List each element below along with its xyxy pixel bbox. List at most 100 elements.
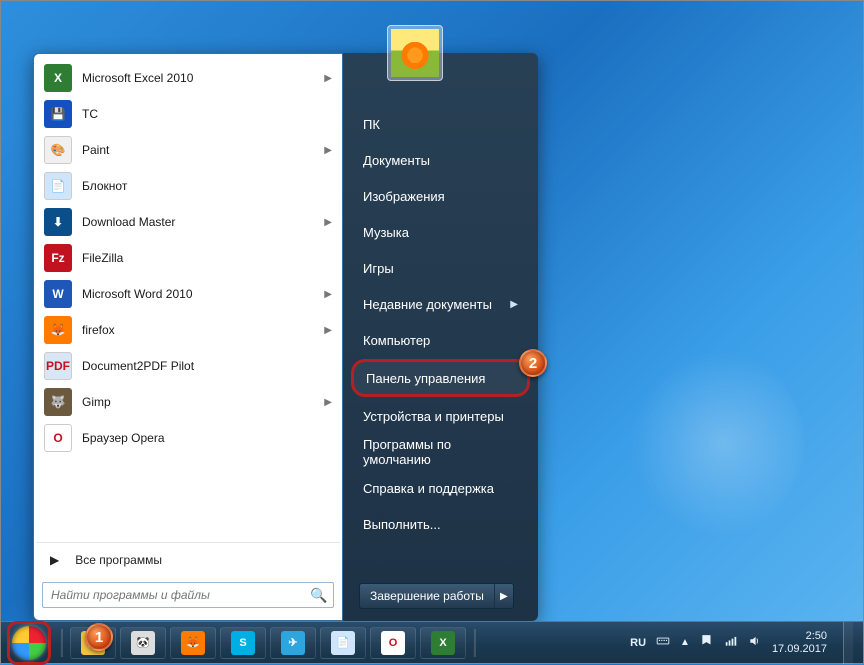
- right-menu-item[interactable]: Панель управления: [351, 359, 530, 397]
- program-item[interactable]: Fz FileZilla: [38, 240, 338, 276]
- program-icon: 📄: [44, 172, 72, 200]
- clock-date: 17.09.2017: [772, 643, 827, 656]
- right-menu-item[interactable]: Недавние документы ▶: [351, 287, 530, 321]
- program-list: X Microsoft Excel 2010 ▶ 💾 ТС 🎨 Paint ▶ 📄 Блокнот…: [36, 60, 340, 538]
- program-item[interactable]: 🎨 Paint ▶: [38, 132, 338, 168]
- program-icon: 🐺: [44, 388, 72, 416]
- program-label: ТС: [82, 107, 332, 121]
- right-menu-label: Программы по умолчанию: [363, 437, 518, 467]
- system-tray: RU ▲ 2:50 17.09.2017: [630, 622, 857, 664]
- taskbar-item-opera[interactable]: O: [370, 627, 416, 659]
- show-desktop-button[interactable]: [843, 622, 853, 664]
- right-menu-label: Недавние документы: [363, 297, 492, 312]
- shutdown-button[interactable]: Завершение работы ▶: [359, 583, 514, 609]
- right-menu-label: ПК: [363, 117, 380, 132]
- program-label: Блокнот: [82, 179, 332, 193]
- start-button[interactable]: [5, 625, 53, 661]
- taskbar-item-excel[interactable]: X: [420, 627, 466, 659]
- right-menu-item[interactable]: Программы по умолчанию: [351, 435, 530, 469]
- program-label: Microsoft Excel 2010: [82, 71, 314, 85]
- flyout-arrow-icon: ▶: [324, 397, 332, 408]
- right-menu-label: Выполнить...: [363, 517, 441, 532]
- all-programs-label: Все программы: [75, 553, 162, 567]
- program-label: Браузер Opera: [82, 431, 332, 445]
- program-item[interactable]: WMicrosoft Word 2010▶: [38, 276, 338, 312]
- right-menu-label: Устройства и принтеры: [363, 409, 504, 424]
- language-indicator[interactable]: RU: [630, 637, 646, 649]
- program-label: Microsoft Word 2010: [82, 287, 314, 301]
- taskbar-item-telegram[interactable]: ✈: [270, 627, 316, 659]
- program-label: Paint: [82, 143, 314, 157]
- start-menu: X Microsoft Excel 2010 ▶ 💾 ТС 🎨 Paint ▶ 📄 Блокнот…: [33, 53, 538, 621]
- chevron-right-icon: ▶: [50, 553, 59, 567]
- start-menu-left-pane: X Microsoft Excel 2010 ▶ 💾 ТС 🎨 Paint ▶ 📄 Блокнот…: [33, 53, 343, 621]
- telegram-icon: ✈: [281, 631, 305, 655]
- avatar-image: [391, 29, 439, 77]
- right-menu-item[interactable]: Компьютер: [351, 323, 530, 357]
- search-box[interactable]: 🔍: [42, 582, 334, 608]
- taskbar-item-notepad[interactable]: 📄: [320, 627, 366, 659]
- right-menu-label: Панель управления: [366, 371, 485, 386]
- taskbar-clock[interactable]: 2:50 17.09.2017: [772, 630, 827, 656]
- program-icon: X: [44, 64, 72, 92]
- right-menu-label: Музыка: [363, 225, 409, 240]
- taskbar-item-skype[interactable]: S: [220, 627, 266, 659]
- program-icon: 🦊: [44, 316, 72, 344]
- program-icon: O: [44, 424, 72, 452]
- program-icon: PDF: [44, 352, 72, 380]
- program-icon: Fz: [44, 244, 72, 272]
- flyout-arrow-icon: ▶: [324, 73, 332, 84]
- program-label: FileZilla: [82, 251, 332, 265]
- program-item[interactable]: O Браузер Opera: [38, 420, 338, 456]
- skype-icon: S: [231, 631, 255, 655]
- program-label: Download Master: [82, 215, 314, 229]
- shutdown-label: Завершение работы: [360, 584, 495, 608]
- flyout-arrow-icon: ▶: [510, 299, 518, 310]
- notepad-icon: 📄: [331, 631, 355, 655]
- program-item[interactable]: 🐺 Gimp ▶: [38, 384, 338, 420]
- volume-icon[interactable]: [748, 634, 762, 651]
- program-icon: 💾: [44, 100, 72, 128]
- program-icon: W: [44, 280, 72, 308]
- chevron-up-icon[interactable]: ▲: [680, 637, 690, 648]
- user-avatar[interactable]: [387, 25, 443, 81]
- right-menu-item[interactable]: ПК: [351, 107, 530, 141]
- program-item[interactable]: 📄 Блокнот: [38, 168, 338, 204]
- right-menu-item[interactable]: Документы: [351, 143, 530, 177]
- clock-time: 2:50: [772, 630, 827, 643]
- network-icon[interactable]: [724, 634, 738, 651]
- right-menu-item[interactable]: Выполнить...: [351, 507, 530, 541]
- taskbar-item-firefox[interactable]: 🦊: [170, 627, 216, 659]
- search-input[interactable]: [43, 583, 305, 607]
- desktop-background-swirl: [603, 343, 803, 543]
- shutdown-options-caret[interactable]: ▶: [495, 584, 513, 608]
- program-item[interactable]: 💾 ТС: [38, 96, 338, 132]
- right-menu-item[interactable]: Музыка: [351, 215, 530, 249]
- keyboard-icon[interactable]: [656, 634, 670, 651]
- firefox-icon: 🦊: [181, 631, 205, 655]
- right-menu-label: Компьютер: [363, 333, 430, 348]
- right-menu-label: Изображения: [363, 189, 445, 204]
- right-menu-item[interactable]: Устройства и принтеры: [351, 399, 530, 433]
- annotation-badge-2: 2: [519, 349, 547, 377]
- all-programs[interactable]: ▶ Все программы: [36, 542, 340, 576]
- program-item[interactable]: PDFDocument2PDF Pilot: [38, 348, 338, 384]
- taskbar-divider: [60, 629, 63, 657]
- taskbar-item-panda[interactable]: 🐼: [120, 627, 166, 659]
- start-menu-right-pane: ПКДокументыИзображенияМузыкаИгрыНедавние…: [343, 53, 538, 621]
- program-item[interactable]: X Microsoft Excel 2010 ▶: [38, 60, 338, 96]
- opera-icon: O: [381, 631, 405, 655]
- action-center-icon[interactable]: [700, 634, 714, 651]
- program-item[interactable]: ⬇Download Master▶: [38, 204, 338, 240]
- right-menu-item[interactable]: Изображения: [351, 179, 530, 213]
- flyout-arrow-icon: ▶: [324, 217, 332, 228]
- taskbar: 📁🐼🦊S✈📄OX RU ▲ 2:50 17.09.2017: [1, 621, 863, 663]
- program-item[interactable]: 🦊firefox▶: [38, 312, 338, 348]
- program-label: Gimp: [82, 395, 314, 409]
- panda-icon: 🐼: [131, 631, 155, 655]
- right-menu-item[interactable]: Игры: [351, 251, 530, 285]
- right-menu-item[interactable]: Справка и поддержка: [351, 471, 530, 505]
- program-icon: 🎨: [44, 136, 72, 164]
- search-icon[interactable]: 🔍: [305, 587, 333, 604]
- flyout-arrow-icon: ▶: [324, 145, 332, 156]
